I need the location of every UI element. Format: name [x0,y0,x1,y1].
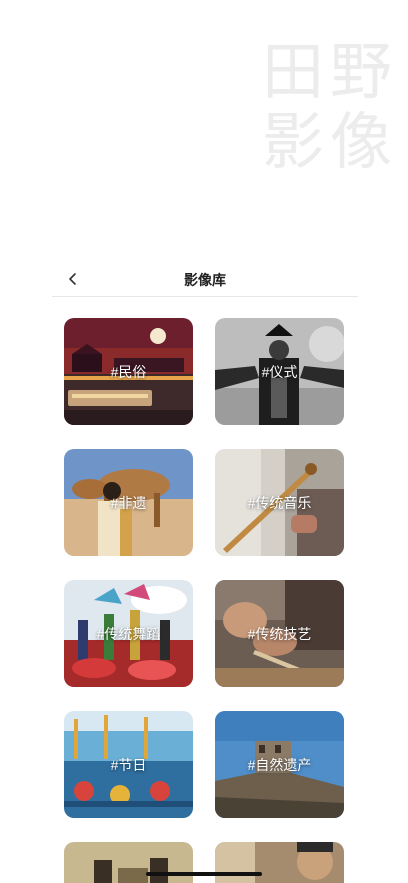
category-card-traditional-dance[interactable]: #传统舞蹈 [64,580,193,687]
category-tag: #传统音乐 [247,494,312,511]
category-card-traditional-craft[interactable]: #传统技艺 [215,580,344,687]
category-tag: #节日 [110,756,147,773]
category-card-natural-heritage[interactable]: #自然遗产 [215,711,344,818]
hero-line-2: 影像 [262,108,399,177]
category-card-ritual[interactable]: #仪式 [215,318,344,425]
category-card-festival[interactable]: #节日 [64,711,193,818]
navbar: 影像库 [52,264,358,297]
category-tag: #传统技艺 [247,625,312,642]
category-tag: #仪式 [261,363,298,380]
category-tag: #民俗 [110,363,147,380]
category-tag: #自然遗产 [247,756,312,773]
category-tag: #传统舞蹈 [96,625,161,642]
category-card-partial-right[interactable] [215,842,344,883]
home-indicator [146,872,262,876]
category-card-intangible-heritage[interactable]: #非遗 [64,449,193,556]
category-tag: #非遗 [110,494,147,511]
hero-watermark: 田野 影像 [262,38,402,178]
partial-photo-right [215,842,344,883]
hero-line-1: 田野 [262,38,399,107]
category-card-traditional-music[interactable]: #传统音乐 [215,449,344,556]
category-card-folk-custom[interactable]: #民俗 [64,318,193,425]
page-title: 影像库 [184,272,226,288]
partial-photo-left [64,842,193,883]
category-card-partial-left[interactable] [64,842,193,883]
